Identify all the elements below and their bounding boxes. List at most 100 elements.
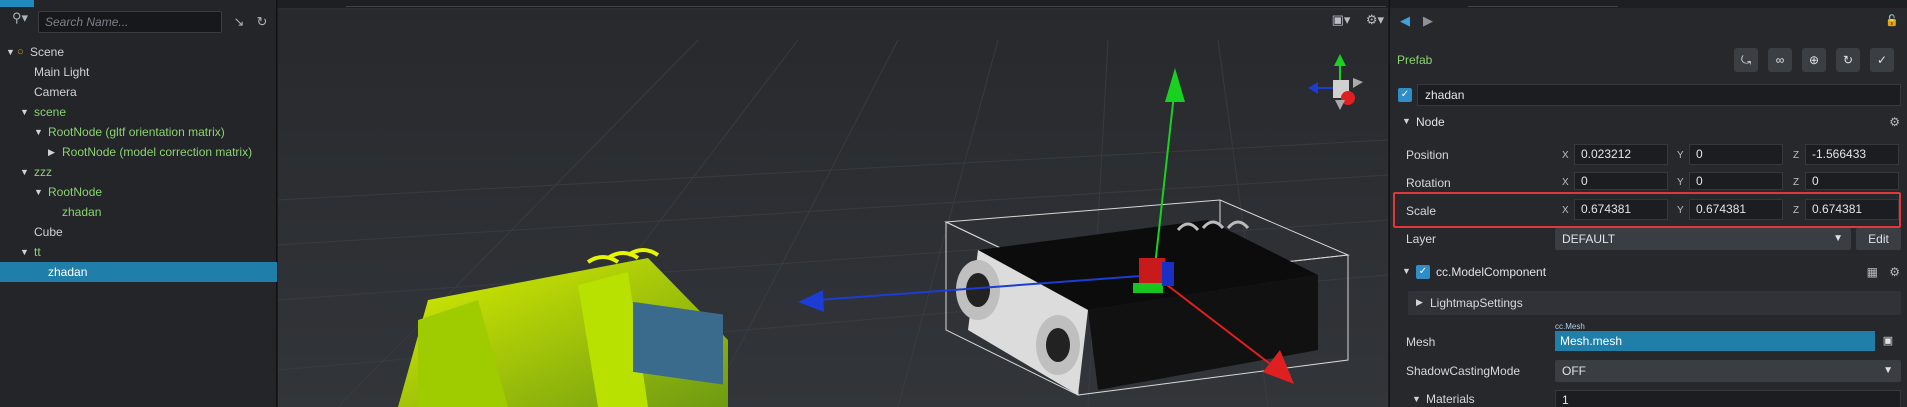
- gear-icon[interactable]: ⚙: [1889, 115, 1900, 129]
- expand-arrow-icon[interactable]: ▼: [20, 162, 29, 182]
- tree-row[interactable]: ▼ tt: [0, 242, 277, 262]
- position-z-field[interactable]: -1.566433: [1805, 144, 1899, 165]
- expand-arrow-icon: ▼: [1402, 116, 1411, 126]
- tree-row[interactable]: Cube: [0, 222, 277, 242]
- tree-row-label: Main Light: [34, 65, 90, 79]
- mesh-type-tag: cc.Mesh: [1555, 322, 1585, 331]
- tree-row[interactable]: zhadan: [0, 202, 277, 222]
- editor-window: ⚲▾ ↘ ↻ ▼○SceneMain LightCamera▼scene▼Roo…: [0, 0, 1907, 407]
- scene-render: [278, 10, 1388, 407]
- node-section-header[interactable]: ▼ Node ⚙: [1390, 110, 1907, 134]
- tree-row[interactable]: Main Light: [0, 62, 277, 82]
- tree-row-label: RootNode: [48, 185, 103, 199]
- layer-select[interactable]: DEFAULT ▼: [1555, 228, 1851, 250]
- chevron-down-icon: ▼: [1833, 233, 1843, 244]
- prefab-locate-button[interactable]: ⊕: [1802, 48, 1826, 72]
- tree-row-label: RootNode (model correction matrix): [62, 145, 253, 159]
- tree-row-label: tt: [34, 245, 41, 259]
- rotation-y-axis: Y: [1677, 177, 1684, 188]
- hierarchy-tab[interactable]: [0, 0, 34, 7]
- expand-arrow-icon[interactable]: ▼: [6, 42, 15, 62]
- tree-row-selected[interactable]: zhadan: [0, 262, 277, 282]
- tree-row-label: Scene: [30, 45, 65, 59]
- tree-row-label: Camera: [34, 85, 77, 99]
- tree-row[interactable]: ▼ RootNode: [0, 182, 277, 202]
- forward-arrow-icon[interactable]: ▶: [1423, 13, 1433, 29]
- expand-arrow-icon[interactable]: ▼: [34, 182, 43, 202]
- shadow-casting-value: OFF: [1562, 364, 1586, 378]
- rotation-x-field[interactable]: 0: [1574, 172, 1668, 190]
- collapse-arrow-icon[interactable]: ▶: [48, 142, 55, 162]
- inspector-tab-strip: [1468, 0, 1618, 7]
- shadow-casting-select[interactable]: OFF ▼: [1555, 360, 1901, 382]
- prefab-apply-button[interactable]: ✓: [1870, 48, 1894, 72]
- tree-row-label: RootNode (gltf orientation matrix): [48, 125, 225, 139]
- tree-row[interactable]: ▼ ○ Scene: [0, 42, 277, 62]
- rotation-x-axis: X: [1562, 177, 1569, 188]
- expand-arrow-icon[interactable]: ▼: [1412, 394, 1421, 404]
- tree-row[interactable]: ▶ RootNode (model correction matrix): [0, 142, 277, 162]
- camera-settings-icon[interactable]: ▣▾: [1328, 12, 1354, 28]
- gear-icon[interactable]: ⚙▾: [1362, 12, 1388, 28]
- scene-viewport[interactable]: ▣▾ ⚙▾: [278, 0, 1388, 407]
- node-section-title: Node: [1416, 115, 1445, 129]
- node-name-field[interactable]: zhadan: [1417, 84, 1901, 106]
- tree-row[interactable]: ▼ RootNode (gltf orientation matrix): [0, 122, 277, 142]
- expand-arrow-icon[interactable]: ▼: [20, 242, 29, 262]
- position-x-axis: X: [1562, 150, 1569, 161]
- mesh-asset-field[interactable]: Mesh.mesh: [1555, 331, 1875, 351]
- prefab-unlink-button[interactable]: ⤿: [1734, 48, 1758, 72]
- tree-row-label: scene: [34, 105, 67, 119]
- refresh-icon[interactable]: ↻: [253, 13, 271, 31]
- search-input-wrap: [38, 11, 222, 33]
- viewport-toolbar: ▣▾ ⚙▾: [1328, 12, 1388, 28]
- lightmap-settings-row[interactable]: ▶ LightmapSettings: [1408, 291, 1901, 315]
- position-y-axis: Y: [1677, 150, 1684, 161]
- asset-picker-icon[interactable]: ▣: [1880, 333, 1896, 349]
- model-component-header[interactable]: ▼ ✓ cc.ModelComponent ▦ ⚙: [1390, 260, 1907, 284]
- position-x-field[interactable]: 0.023212: [1574, 144, 1668, 165]
- node-active-checkbox[interactable]: ✓: [1398, 88, 1412, 102]
- layer-value: DEFAULT: [1562, 232, 1616, 246]
- rotation-label: Rotation: [1406, 176, 1451, 190]
- materials-count-field[interactable]: 1: [1555, 390, 1901, 407]
- layer-label: Layer: [1406, 232, 1437, 246]
- tree-row-label: Cube: [34, 225, 63, 239]
- search-input[interactable]: [39, 12, 221, 32]
- prefab-link-button[interactable]: ∞: [1768, 48, 1792, 72]
- tree-row-label: zhadan: [48, 265, 88, 279]
- expand-arrow-icon[interactable]: ▼: [34, 122, 43, 142]
- prefab-label: Prefab: [1397, 53, 1433, 67]
- search-filter-icon[interactable]: ⚲▾: [12, 8, 34, 28]
- tree-row[interactable]: Camera: [0, 82, 277, 102]
- help-book-icon[interactable]: ▦: [1867, 265, 1878, 279]
- prefab-revert-button[interactable]: ↻: [1836, 48, 1860, 72]
- lightmap-label: LightmapSettings: [1430, 296, 1523, 310]
- position-y-field[interactable]: 0: [1689, 144, 1783, 165]
- layer-edit-button[interactable]: Edit: [1856, 228, 1901, 250]
- chevron-down-icon: ▼: [1883, 365, 1893, 376]
- expand-arrow-icon: ▼: [1402, 266, 1411, 276]
- tree-row[interactable]: ▼ zzz: [0, 162, 277, 182]
- back-arrow-icon[interactable]: ◀: [1400, 13, 1410, 29]
- component-enabled-checkbox[interactable]: ✓: [1416, 265, 1430, 279]
- rotation-y-field[interactable]: 0: [1689, 172, 1783, 190]
- materials-label: Materials: [1426, 392, 1475, 406]
- mesh-label: Mesh: [1406, 335, 1436, 349]
- gear-icon[interactable]: ⚙: [1889, 265, 1900, 279]
- expand-arrow-icon[interactable]: ▼: [20, 102, 29, 122]
- component-title: cc.ModelComponent: [1436, 265, 1547, 279]
- tree-row-label: zhadan: [62, 205, 102, 219]
- collapse-icon[interactable]: ↘: [230, 13, 248, 31]
- scale-highlight-box: [1393, 192, 1901, 228]
- node-tree: ▼ ○ Scene Main Light Camera ▼ scene ▼ RootNode (…: [0, 42, 277, 282]
- rotation-z-field[interactable]: 0: [1805, 172, 1899, 190]
- position-label: Position: [1406, 148, 1449, 162]
- flame-icon: ○: [17, 46, 24, 58]
- tree-row-label: zzz: [34, 165, 52, 179]
- lock-icon[interactable]: 🔓: [1885, 14, 1899, 27]
- position-z-axis: Z: [1793, 150, 1800, 161]
- shadow-casting-label: ShadowCastingMode: [1406, 364, 1521, 378]
- expand-arrow-icon: ▶: [1416, 297, 1423, 307]
- tree-row[interactable]: ▼ scene: [0, 102, 277, 122]
